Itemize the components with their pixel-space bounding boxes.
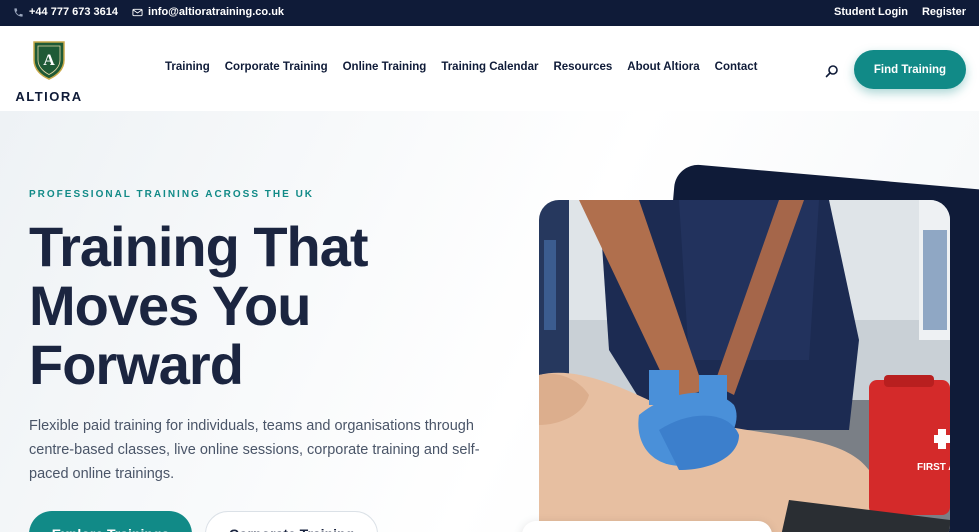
phone-icon xyxy=(13,7,24,18)
nav-item-about-altiora[interactable]: About Altiora xyxy=(627,61,699,73)
nav-item-contact[interactable]: Contact xyxy=(715,61,758,73)
crest-letter: A xyxy=(43,52,55,69)
email-link[interactable]: info@altioratraining.co.uk xyxy=(132,6,284,18)
register-link[interactable]: Register xyxy=(922,6,966,18)
search-icon[interactable] xyxy=(825,64,839,78)
corporate-training-button[interactable]: Corporate Training xyxy=(205,511,378,532)
nav-item-training-calendar[interactable]: Training Calendar xyxy=(441,61,538,73)
email-address: info@altioratraining.co.uk xyxy=(148,6,285,18)
hero-eyebrow: PROFESSIONAL TRAINING ACROSS THE UK xyxy=(29,189,315,200)
account-links: Student Login Register xyxy=(834,6,966,18)
headline-line-1: Training That xyxy=(29,215,369,278)
nav-item-online-training[interactable]: Online Training xyxy=(343,61,427,73)
nav-item-corporate-training[interactable]: Corporate Training xyxy=(225,61,328,73)
main-header: A ALTIORA Training Corporate Training On… xyxy=(0,26,979,111)
find-training-button[interactable]: Find Training xyxy=(854,50,966,89)
logo-wordmark: ALTIORA xyxy=(15,89,83,104)
phone-link[interactable]: +44 777 673 3614 xyxy=(13,6,118,18)
floating-info-card xyxy=(522,521,772,532)
hero-description: Flexible paid training for individuals, … xyxy=(29,418,480,482)
nav-item-resources[interactable]: Resources xyxy=(553,61,612,73)
headline-line-3: Forward xyxy=(29,333,244,396)
phone-number: +44 777 673 3614 xyxy=(29,6,119,18)
envelope-icon xyxy=(132,7,143,18)
contact-info: +44 777 673 3614 info@altioratraining.co… xyxy=(13,6,284,18)
explore-trainings-button[interactable]: Explore Trainings xyxy=(29,511,192,532)
hero-section: PROFESSIONAL TRAINING ACROSS THE UK Trai… xyxy=(0,111,979,532)
crest-logo-icon: A xyxy=(33,41,65,80)
nav-item-training[interactable]: Training xyxy=(165,61,210,73)
student-login-link[interactable]: Student Login xyxy=(834,6,908,18)
first-aid-kit-label: FIRST A xyxy=(917,462,950,473)
top-bar: +44 777 673 3614 info@altioratraining.co… xyxy=(0,0,979,26)
main-nav: Training Corporate Training Online Train… xyxy=(165,61,757,73)
hero-image-cpr-training: FIRST A xyxy=(539,200,950,532)
hero-headline: Training That Moves You Forward xyxy=(29,217,469,394)
headline-line-2: Moves You xyxy=(29,274,311,337)
logo[interactable]: A ALTIORA xyxy=(13,40,85,104)
